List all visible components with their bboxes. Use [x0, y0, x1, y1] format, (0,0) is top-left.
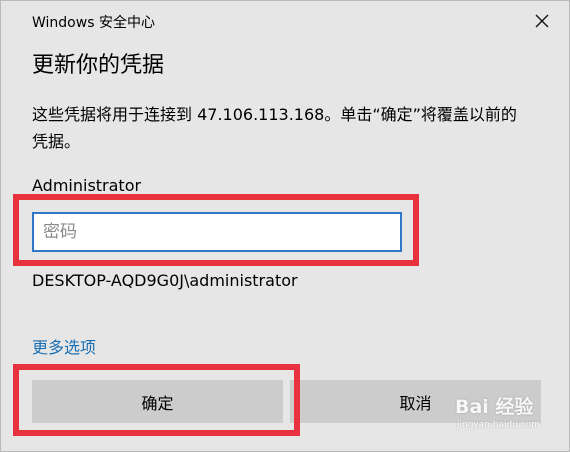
window-title: Windows 安全中心	[32, 15, 155, 31]
cancel-button[interactable]: 取消	[290, 380, 541, 423]
title-bar: Windows 安全中心	[1, 1, 569, 41]
credentials-dialog: Windows 安全中心 更新你的凭据 这些凭据将用于连接到 47.106.11…	[0, 0, 570, 452]
dialog-message: 这些凭据将用于连接到 47.106.113.168。单击“确定”将覆盖以前的凭据…	[32, 105, 517, 151]
close-icon	[535, 14, 549, 28]
close-button[interactable]	[531, 10, 553, 32]
username-label: Administrator	[32, 176, 142, 195]
password-input[interactable]	[32, 212, 402, 252]
account-name: DESKTOP-AQD9G0J\administrator	[32, 271, 298, 290]
dialog-heading: 更新你的凭据	[32, 53, 165, 78]
more-options-link[interactable]: 更多选项	[32, 334, 96, 358]
ok-button[interactable]: 确定	[32, 380, 283, 423]
